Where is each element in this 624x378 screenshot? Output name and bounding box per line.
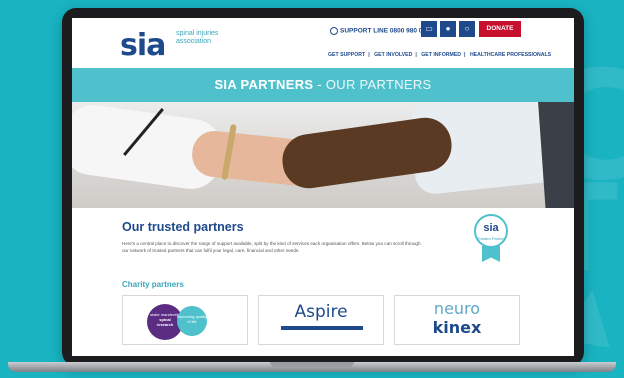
laptop-screen: sia spinal injuries association SUPPORT … <box>72 18 574 356</box>
phone-icon <box>330 27 338 35</box>
banner-title-bold: SIA PARTNERS <box>214 77 314 92</box>
support-line[interactable]: SUPPORT LINE 0800 980 0501 <box>330 27 433 35</box>
nav-separator: | <box>464 52 466 58</box>
nav-separator: | <box>368 52 370 58</box>
nav-separator: | <box>415 52 417 58</box>
partner-logo-circle: improving quality of life <box>177 306 207 336</box>
hero-handshake-image <box>72 102 574 208</box>
badge-ribbon <box>482 246 500 262</box>
partner-cards: stoke mandeville spinal research improvi… <box>122 295 524 345</box>
partner-logo-bar <box>281 326 363 330</box>
partner-logo-text: research <box>156 322 174 327</box>
main-content: Our trusted partners Here's a central pl… <box>72 208 574 345</box>
partner-card-neurokinex[interactable]: neuro kinex <box>394 295 520 345</box>
nav-get-involved[interactable]: GET INVOLVED <box>374 52 412 58</box>
laptop-notch <box>270 362 354 367</box>
site-header: sia spinal injuries association SUPPORT … <box>72 18 574 68</box>
section-title: Our trusted partners <box>122 220 244 234</box>
partner-name: neuro <box>433 299 481 318</box>
cart-icon[interactable]: ▭ <box>421 21 437 37</box>
user-icon[interactable]: ● <box>440 21 456 37</box>
partner-name: kinex <box>432 318 482 337</box>
main-nav: GET SUPPORT | GET INVOLVED | GET INFORMED |… <box>328 52 554 58</box>
page-title-banner: SIA PARTNERS - OUR PARTNERS <box>72 68 574 102</box>
badge-circle: sia Trusted Partner <box>474 214 508 248</box>
partner-name: Aspire <box>294 302 348 322</box>
partner-card-aspire[interactable]: Aspire <box>258 295 384 345</box>
nav-get-support[interactable]: GET SUPPORT <box>328 52 365 58</box>
banner-title-thin: OUR PARTNERS <box>325 77 432 92</box>
nav-healthcare-professionals[interactable]: HEALTHCARE PROFESSIONALS <box>470 52 551 58</box>
hero-shape <box>537 102 574 208</box>
support-label: SUPPORT LINE <box>340 27 389 35</box>
sia-logo[interactable]: sia <box>120 28 166 63</box>
badge-mark: sia <box>483 222 499 234</box>
banner-title-separator: - <box>313 77 326 92</box>
logo-tagline: spinal injuries association <box>176 30 219 45</box>
search-icon[interactable]: ○ <box>459 21 475 37</box>
intro-paragraph: Here's a central place to discover the r… <box>122 241 421 253</box>
charity-partners-heading: Charity partners <box>122 280 184 289</box>
partner-card-stoke-mandeville[interactable]: stoke mandeville spinal research improvi… <box>122 295 248 345</box>
badge-text: Trusted Partner <box>477 236 505 241</box>
donate-button[interactable]: DONATE <box>479 21 521 37</box>
partner-logo-text: improving quality of life <box>177 314 208 324</box>
nav-get-informed[interactable]: GET INFORMED <box>421 52 461 58</box>
trusted-partner-badge: sia Trusted Partner <box>472 214 510 264</box>
